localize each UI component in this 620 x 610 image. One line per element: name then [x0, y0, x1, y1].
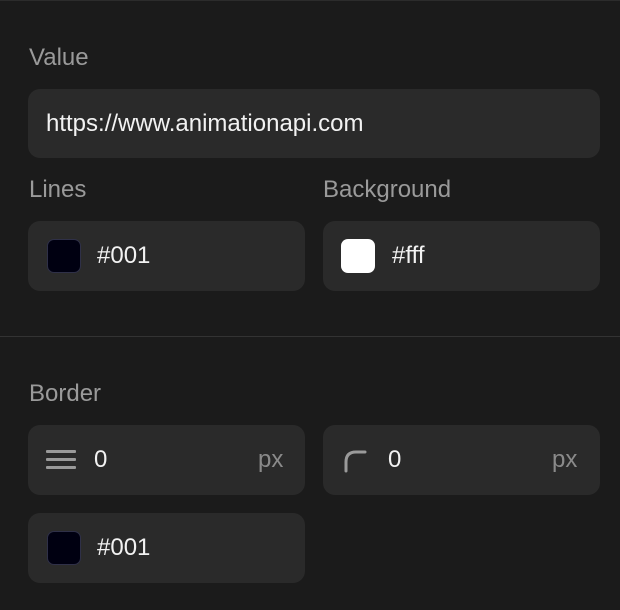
section-divider [0, 336, 620, 337]
border-radius-field[interactable]: 0 px [323, 425, 600, 495]
border-radius-value[interactable]: 0 [388, 446, 401, 474]
background-color-value[interactable]: #fff [392, 242, 424, 270]
value-input-text[interactable]: https://www.animationapi.com [46, 110, 363, 138]
corner-radius-icon [344, 450, 367, 473]
value-label: Value [29, 44, 89, 71]
lines-color-swatch[interactable] [47, 239, 81, 273]
lines-color-value[interactable]: #001 [97, 242, 150, 270]
background-color-swatch[interactable] [341, 239, 375, 273]
border-width-value[interactable]: 0 [94, 446, 107, 474]
border-radius-unit: px [552, 446, 578, 473]
panel-top-border [0, 0, 620, 1]
border-width-field[interactable]: 0 px [28, 425, 305, 495]
background-label: Background [323, 176, 452, 203]
border-width-unit: px [258, 446, 284, 473]
value-input[interactable]: https://www.animationapi.com [28, 89, 600, 158]
lines-label: Lines [29, 176, 87, 203]
qr-settings-panel: Value https://www.animationapi.com Lines… [0, 0, 620, 610]
border-width-icon [46, 450, 76, 469]
border-color-swatch[interactable] [47, 531, 81, 565]
border-color-field[interactable]: #001 [28, 513, 305, 583]
border-color-value[interactable]: #001 [97, 534, 150, 562]
background-color-field[interactable]: #fff [323, 221, 600, 291]
border-label: Border [29, 380, 102, 407]
lines-color-field[interactable]: #001 [28, 221, 305, 291]
